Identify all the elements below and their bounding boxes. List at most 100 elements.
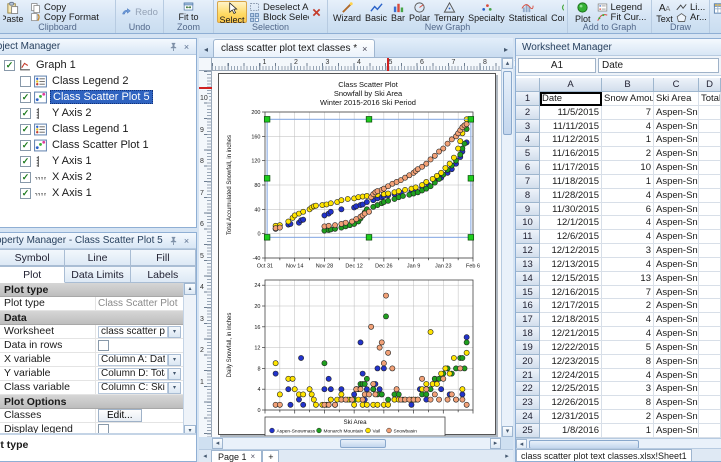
cell-c9[interactable]: Aspen-Snowmass <box>654 203 699 217</box>
cell-d19[interactable] <box>699 341 721 355</box>
column-header-d[interactable]: D <box>699 78 721 92</box>
cell-d11[interactable] <box>699 230 721 244</box>
selection-handle[interactable] <box>264 117 270 123</box>
draw-area-button[interactable]: Ar... ▾ <box>676 12 706 22</box>
cell-a9[interactable]: 11/30/2015 <box>540 203 602 217</box>
cell-d17[interactable] <box>699 313 721 327</box>
cell-b21[interactable]: 4 <box>602 369 654 383</box>
row-header[interactable]: 20 <box>516 355 540 369</box>
cell-c1[interactable]: Ski Area <box>654 92 699 106</box>
cell-d13[interactable] <box>699 258 721 272</box>
cell-b1[interactable]: Snow Amount <box>602 92 654 106</box>
close-icon[interactable]: × <box>180 41 193 53</box>
cell-b18[interactable]: 4 <box>602 327 654 341</box>
property-tab-labels[interactable]: Labels <box>131 266 196 283</box>
cell-b10[interactable]: 4 <box>602 216 654 230</box>
cell-d9[interactable] <box>699 203 721 217</box>
dropdown-button[interactable]: ▾ <box>168 382 181 394</box>
cell-b8[interactable]: 4 <box>602 189 654 203</box>
row-header[interactable]: 4 <box>516 133 540 147</box>
row-header[interactable]: 2 <box>516 106 540 120</box>
cell-b11[interactable]: 4 <box>602 230 654 244</box>
page-tab-scroll-right-icon[interactable]: ▸ <box>501 452 513 460</box>
newgraph-contour-surface-button[interactable]: Contour Surface▾ <box>549 1 564 23</box>
vertical-scrollbar[interactable]: ▴ ▾ <box>501 58 513 437</box>
column-header-b[interactable]: B <box>602 78 654 92</box>
cell-c21[interactable]: Aspen-Snowmass <box>654 369 699 383</box>
cell-d25[interactable] <box>699 424 721 438</box>
cell-b22[interactable]: 3 <box>602 382 654 396</box>
cell-d24[interactable] <box>699 410 721 424</box>
cell-d23[interactable] <box>699 396 721 410</box>
cell-b16[interactable]: 2 <box>602 299 654 313</box>
cell-d15[interactable] <box>699 286 721 300</box>
cell-c12[interactable]: Aspen-Snowmass <box>654 244 699 258</box>
cell-a24[interactable]: 12/31/2015 <box>540 410 602 424</box>
row-header[interactable]: 25 <box>516 424 540 438</box>
cell-b19[interactable]: 5 <box>602 341 654 355</box>
cell-b5[interactable]: 2 <box>602 147 654 161</box>
classes-edit-button[interactable]: Edit... <box>98 409 142 422</box>
cell-a12[interactable]: 12/12/2015 <box>540 244 602 258</box>
property-tab-data-limits[interactable]: Data Limits <box>65 266 130 283</box>
tab-scroll-right-icon[interactable]: ▸ <box>499 42 513 57</box>
dropdown-button[interactable]: ▾ <box>168 368 181 380</box>
sheet-tab[interactable]: class scatter plot text classes.xlsx!She… <box>516 449 692 461</box>
cell-a4[interactable]: 11/12/2015 <box>540 133 602 147</box>
row-header[interactable]: 21 <box>516 369 540 383</box>
copy-format-button[interactable]: Copy Format <box>30 12 99 22</box>
cell-c15[interactable]: Aspen-Snowmass <box>654 286 699 300</box>
dropdown-button[interactable]: ▾ <box>168 326 181 338</box>
select-all-corner[interactable] <box>516 78 540 92</box>
block-select-button[interactable]: Block Select <box>249 12 309 22</box>
cell-a8[interactable]: 11/28/2015 <box>540 189 602 203</box>
property-dropdown[interactable]: Column D: Total Snow Ac... <box>98 368 168 380</box>
visibility-checkbox[interactable]: ✓ <box>20 124 31 135</box>
draw-line-button[interactable]: Li... ▾ <box>676 2 706 12</box>
cell-c8[interactable]: Aspen-Snowmass <box>654 189 699 203</box>
cell-c11[interactable]: Aspen-Snowmass <box>654 230 699 244</box>
scroll-down-icon[interactable]: ▾ <box>502 426 513 437</box>
cell-d6[interactable] <box>699 161 721 175</box>
row-header[interactable]: 5 <box>516 147 540 161</box>
row-header[interactable]: 15 <box>516 286 540 300</box>
cell-d7[interactable] <box>699 175 721 189</box>
row-header[interactable]: 14 <box>516 272 540 286</box>
row-header[interactable]: 3 <box>516 120 540 134</box>
scroll-right-icon[interactable]: ▸ <box>490 438 501 449</box>
cell-d22[interactable] <box>699 382 721 396</box>
visibility-checkbox[interactable]: ✓ <box>20 156 31 167</box>
cell-c19[interactable]: Aspen-Snowmass <box>654 341 699 355</box>
add-legend-button[interactable]: Legend <box>597 2 648 12</box>
column-header-a[interactable]: A <box>540 78 602 92</box>
cell-c25[interactable]: Aspen-Snowmass <box>654 424 699 438</box>
row-header[interactable]: 19 <box>516 341 540 355</box>
visibility-checkbox[interactable]: ✓ <box>4 60 15 71</box>
property-tab-fill[interactable]: Fill <box>131 249 196 266</box>
pin-icon[interactable] <box>167 235 180 247</box>
close-icon[interactable]: × <box>180 235 193 247</box>
cell-b3[interactable]: 4 <box>602 120 654 134</box>
plot-page[interactable]: Class Scatter PlotSnowfall by Ski AreaWi… <box>218 73 496 435</box>
draw-text-button[interactable]: AA Text <box>655 1 674 23</box>
newgraph-ternary-button[interactable]: Ternary▾ <box>432 1 466 23</box>
tree-item-class-legend-1[interactable]: ✓Class Legend 1 <box>0 121 196 137</box>
cell-a6[interactable]: 11/17/2015 <box>540 161 602 175</box>
cell-d14[interactable] <box>699 272 721 286</box>
selection-handle[interactable] <box>264 176 270 182</box>
property-tab-symbol[interactable]: Symbol <box>0 249 65 266</box>
row-header[interactable]: 22 <box>516 382 540 396</box>
close-tab-icon[interactable]: × <box>362 44 367 54</box>
cell-c24[interactable]: Aspen-Snowmass <box>654 410 699 424</box>
cell-b4[interactable]: 1 <box>602 133 654 147</box>
tree-item-class-legend-2[interactable]: Class Legend 2 <box>0 73 196 89</box>
cell-b13[interactable]: 4 <box>602 258 654 272</box>
cell-c16[interactable]: Aspen-Snowmass <box>654 299 699 313</box>
tree-item-y-axis-2[interactable]: ✓Y Axis 2 <box>0 105 196 121</box>
cell-d4[interactable] <box>699 133 721 147</box>
cell-c10[interactable]: Aspen-Snowmass <box>654 216 699 230</box>
row-header[interactable]: 1 <box>516 92 540 106</box>
cell-a23[interactable]: 12/26/2015 <box>540 396 602 410</box>
cell-b24[interactable]: 2 <box>602 410 654 424</box>
data-in-rows-checkbox[interactable] <box>98 340 109 351</box>
